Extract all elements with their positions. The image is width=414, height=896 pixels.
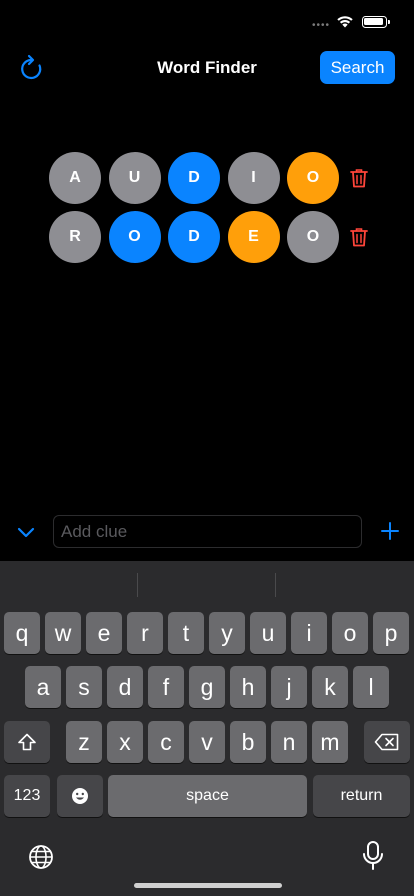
- key-z[interactable]: z: [66, 721, 102, 763]
- key-g[interactable]: g: [189, 666, 225, 708]
- key-y[interactable]: y: [209, 612, 245, 654]
- key-j[interactable]: j: [271, 666, 307, 708]
- globe-icon[interactable]: [27, 843, 55, 871]
- trash-icon: [349, 169, 368, 188]
- emoji-icon: [72, 788, 88, 804]
- status-bar: ••••: [0, 0, 414, 44]
- key-i[interactable]: i: [291, 612, 327, 654]
- cellular-dots: ••••: [312, 20, 331, 31]
- suggestion-divider: [275, 573, 276, 597]
- key-h[interactable]: h: [230, 666, 266, 708]
- delete-key[interactable]: [364, 721, 410, 763]
- plus-icon[interactable]: [378, 519, 402, 543]
- numbers-key[interactable]: 123: [4, 775, 50, 817]
- key-d[interactable]: d: [107, 666, 143, 708]
- guess-list: A U D I O R O D E O: [49, 152, 370, 270]
- letter-tile[interactable]: E: [227, 211, 280, 263]
- suggestion-bar: [0, 561, 414, 606]
- suggestion-divider: [137, 573, 138, 597]
- guess-row: A U D I O: [49, 152, 370, 204]
- key-n[interactable]: n: [271, 721, 307, 763]
- clue-input[interactable]: [53, 515, 362, 548]
- shift-key[interactable]: [4, 721, 50, 763]
- backspace-icon: [374, 733, 399, 751]
- key-e[interactable]: e: [86, 612, 122, 654]
- home-indicator: [134, 883, 282, 888]
- key-u[interactable]: u: [250, 612, 286, 654]
- key-a[interactable]: a: [25, 666, 61, 708]
- key-f[interactable]: f: [148, 666, 184, 708]
- key-b[interactable]: b: [230, 721, 266, 763]
- letter-tile[interactable]: O: [108, 211, 161, 263]
- key-v[interactable]: v: [189, 721, 225, 763]
- key-l[interactable]: l: [353, 666, 389, 708]
- battery-icon: [362, 16, 390, 28]
- key-x[interactable]: x: [107, 721, 143, 763]
- letter-tile[interactable]: U: [108, 152, 161, 204]
- key-t[interactable]: t: [168, 612, 204, 654]
- key-r[interactable]: r: [127, 612, 163, 654]
- wifi-icon: [337, 16, 353, 28]
- key-m[interactable]: m: [312, 721, 348, 763]
- emoji-key[interactable]: [57, 775, 103, 817]
- letter-tile[interactable]: R: [49, 211, 101, 263]
- letter-tile[interactable]: O: [287, 152, 339, 204]
- key-q[interactable]: q: [4, 612, 40, 654]
- search-button[interactable]: Search: [320, 51, 395, 84]
- guess-row: R O D E O: [49, 211, 370, 263]
- letter-tile[interactable]: I: [227, 152, 280, 204]
- keyboard: q w e r t y u i o p a s d f g h j k l z x c v b n m 123 space return: [0, 561, 414, 896]
- key-s[interactable]: s: [66, 666, 102, 708]
- letter-tile[interactable]: D: [168, 211, 220, 263]
- key-p[interactable]: p: [373, 612, 409, 654]
- delete-row-button[interactable]: [348, 226, 370, 248]
- clue-bar: [0, 514, 414, 550]
- chevron-down-icon[interactable]: [14, 520, 38, 544]
- letter-tile[interactable]: O: [287, 211, 339, 263]
- nav-bar: Word Finder Search: [0, 44, 414, 92]
- space-key[interactable]: space: [108, 775, 307, 817]
- shift-icon: [18, 733, 36, 751]
- trash-icon: [349, 228, 368, 247]
- return-key[interactable]: return: [313, 775, 410, 817]
- key-w[interactable]: w: [45, 612, 81, 654]
- letter-tile[interactable]: A: [49, 152, 101, 204]
- letter-tile[interactable]: D: [168, 152, 220, 204]
- key-c[interactable]: c: [148, 721, 184, 763]
- microphone-icon[interactable]: [360, 841, 386, 871]
- key-k[interactable]: k: [312, 666, 348, 708]
- delete-row-button[interactable]: [348, 167, 370, 189]
- key-o[interactable]: o: [332, 612, 368, 654]
